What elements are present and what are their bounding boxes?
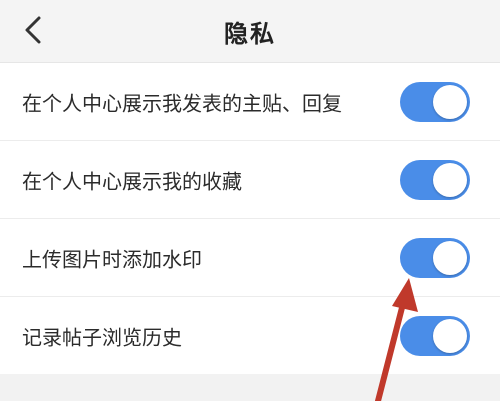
watermark-toggle[interactable]	[400, 237, 470, 278]
setting-label: 上传图片时添加水印	[22, 247, 202, 271]
show-favorites-toggle[interactable]	[400, 159, 470, 200]
header-bar: 隐私	[0, 0, 500, 63]
setting-label: 在个人中心展示我发表的主贴、回复	[22, 91, 342, 115]
show-posts-toggle[interactable]	[400, 81, 470, 122]
setting-row-watermark: 上传图片时添加水印	[0, 219, 500, 297]
setting-row-show-favorites: 在个人中心展示我的收藏	[0, 141, 500, 219]
settings-list: 在个人中心展示我发表的主贴、回复 在个人中心展示我的收藏 上传图片时添加水印 记…	[0, 63, 500, 374]
toggle-knob	[433, 240, 467, 275]
setting-row-show-posts: 在个人中心展示我发表的主贴、回复	[0, 63, 500, 141]
toggle-knob	[433, 84, 467, 119]
setting-label: 在个人中心展示我的收藏	[22, 169, 242, 193]
browse-history-toggle[interactable]	[400, 315, 470, 356]
toggle-knob	[433, 318, 467, 353]
setting-label: 记录帖子浏览历史	[22, 325, 182, 349]
privacy-settings-screen: 隐私 在个人中心展示我发表的主贴、回复 在个人中心展示我的收藏 上传图片时添加水…	[0, 0, 500, 401]
setting-row-browse-history: 记录帖子浏览历史	[0, 297, 500, 374]
toggle-knob	[433, 162, 467, 197]
page-title: 隐私	[224, 20, 276, 48]
